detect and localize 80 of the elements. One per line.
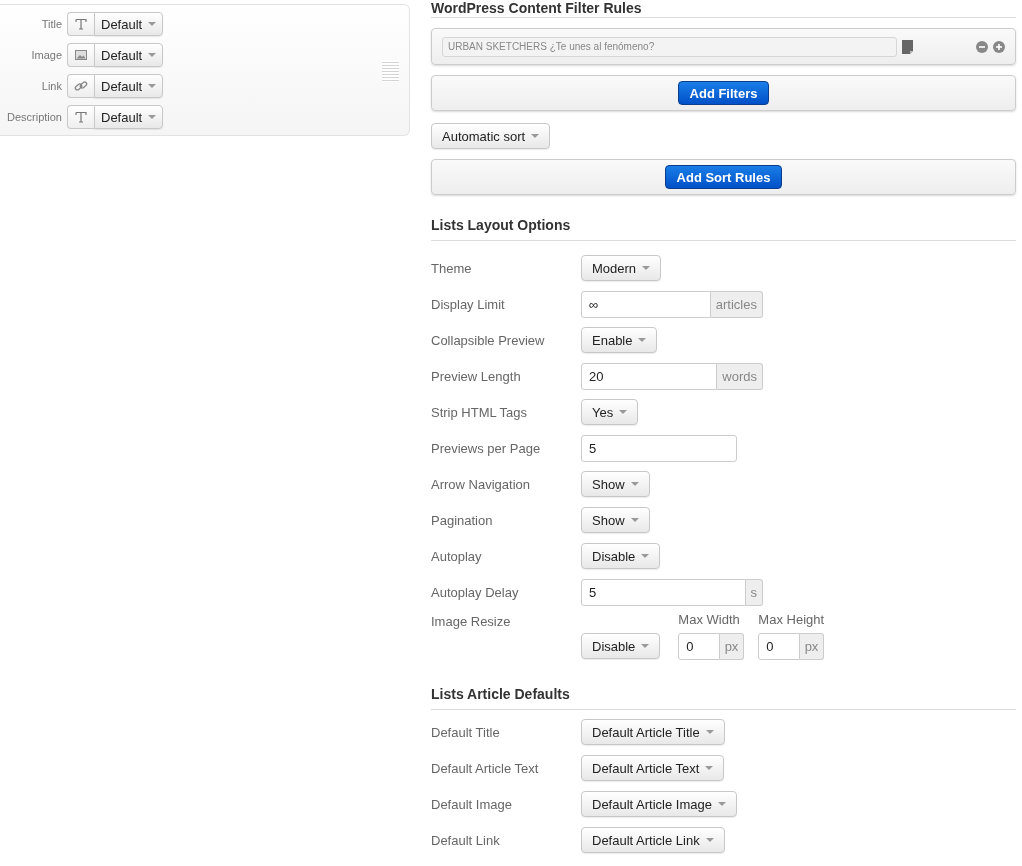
caret-icon: [641, 554, 650, 558]
dropdown-button[interactable]: Default: [94, 12, 164, 36]
remove-icon[interactable]: [976, 40, 988, 53]
caret-icon: [148, 115, 157, 119]
input-field[interactable]: 0: [678, 633, 720, 660]
field-type-button[interactable]: [67, 74, 94, 98]
dropdown-button[interactable]: Show: [581, 507, 650, 533]
dropdown-button[interactable]: Enable: [581, 327, 658, 353]
dropdown-button[interactable]: Show: [581, 471, 650, 497]
dropdown-button[interactable]: Yes: [581, 399, 639, 425]
input-field[interactable]: 5: [581, 434, 737, 462]
dropdown-button[interactable]: Default: [94, 74, 164, 98]
setting-label: Image Resize: [431, 614, 512, 629]
unit-label: px: [719, 633, 745, 660]
add-filters-button[interactable]: Add Filters: [677, 81, 770, 105]
unit-label: words: [717, 362, 763, 390]
setting-label: Arrow Navigation: [431, 476, 531, 492]
caret-icon: [642, 266, 651, 270]
setting-label: Collapsible Preview: [431, 332, 546, 348]
dropdown-button[interactable]: Modern: [581, 255, 662, 281]
caret-icon: [531, 134, 540, 138]
caret-icon: [148, 53, 157, 57]
setting-label: Theme: [431, 260, 473, 276]
setting-label: Strip HTML Tags: [431, 404, 529, 420]
caret-icon: [641, 644, 650, 648]
field-type-button[interactable]: [67, 105, 94, 129]
field-type-button[interactable]: [67, 43, 94, 67]
text-icon: [75, 18, 87, 30]
field-label: Max Width: [678, 612, 741, 627]
setting-label: Preview Length: [431, 368, 522, 384]
input-field[interactable]: ∞: [581, 290, 711, 318]
dropdown-button[interactable]: Default: [94, 43, 164, 67]
caret-icon: [630, 518, 639, 522]
field-label: Max Height: [758, 612, 825, 627]
caret-icon: [705, 730, 714, 734]
caret-icon: [630, 482, 639, 486]
dropdown-button[interactable]: Disable: [581, 543, 661, 569]
section-heading: WordPress Content Filter Rules: [431, 0, 1016, 18]
caret-icon: [705, 766, 714, 770]
add-sort-rules-button[interactable]: Add Sort Rules: [664, 165, 783, 189]
dropdown-button[interactable]: Default: [94, 105, 164, 129]
caret-icon: [148, 22, 157, 26]
field-label: Title: [40, 18, 62, 30]
field-label: Link: [40, 80, 62, 92]
caret-icon: [148, 84, 157, 88]
setting-label: Autoplay Delay: [431, 584, 520, 600]
drag-handle-icon[interactable]: [382, 59, 399, 82]
input-field[interactable]: 20: [581, 362, 718, 390]
field-label: Image: [30, 49, 62, 61]
section-heading: Lists Layout Options: [431, 217, 1016, 241]
field-label: Description: [5, 111, 62, 123]
caret-icon: [638, 338, 647, 342]
add-icon[interactable]: [993, 40, 1005, 53]
text-icon: [75, 111, 87, 123]
caret-icon: [717, 802, 726, 806]
dropdown-button[interactable]: Default Article Title: [581, 719, 725, 745]
document-icon[interactable]: [902, 39, 913, 54]
field-type-button[interactable]: [67, 12, 94, 36]
link-icon: [74, 80, 88, 92]
dropdown-button[interactable]: Disable: [581, 633, 661, 659]
input-field[interactable]: 0: [758, 633, 800, 660]
setting-label: Default Link: [431, 832, 501, 848]
unit-label: px: [799, 633, 825, 660]
dropdown-button[interactable]: Default Article Text: [581, 755, 725, 781]
setting-label: Default Title: [431, 724, 501, 740]
setting-label: Pagination: [431, 512, 494, 528]
caret-icon: [705, 838, 714, 842]
setting-label: Default Article Text: [431, 760, 540, 776]
setting-label: Display Limit: [431, 296, 506, 312]
input-field[interactable]: 5: [581, 578, 746, 606]
section-heading: Lists Article Defaults: [431, 686, 1016, 710]
image-icon: [75, 50, 87, 60]
unit-label: articles: [710, 290, 763, 318]
dropdown-button[interactable]: Automatic sort: [431, 123, 551, 149]
setting-label: Default Image: [431, 796, 513, 812]
setting-label: Previews per Page: [431, 440, 542, 456]
dropdown-button[interactable]: Default Article Image: [581, 791, 737, 817]
setting-label: Autoplay: [431, 548, 483, 564]
caret-icon: [619, 410, 628, 414]
dropdown-button[interactable]: Default Article Link: [581, 827, 725, 853]
